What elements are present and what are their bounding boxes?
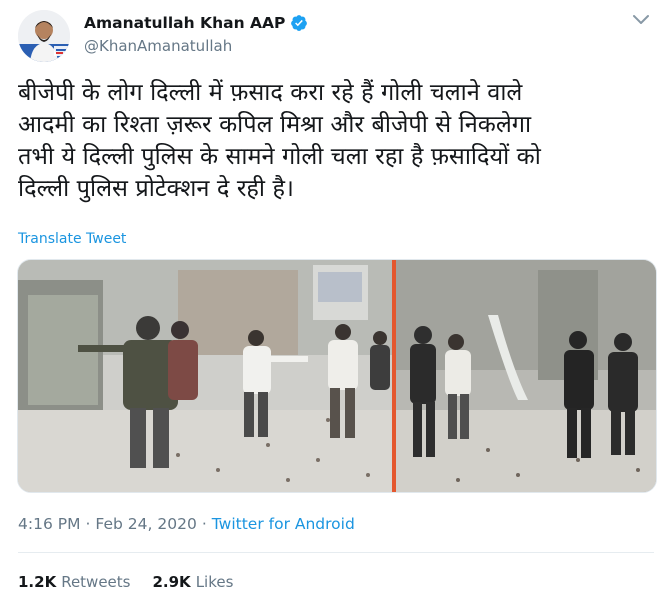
- meta-separator: ·: [201, 515, 207, 533]
- profile-photo-icon: [18, 10, 70, 62]
- retweets-label: Retweets: [61, 573, 131, 591]
- tweet-media-image[interactable]: [17, 259, 657, 493]
- author-name-row[interactable]: Amanatullah Khan AAP: [84, 14, 308, 32]
- tweet-source-link[interactable]: Twitter for Android: [212, 515, 355, 533]
- retweets-count: 1.2K: [18, 573, 57, 591]
- meta-separator: ·: [85, 515, 91, 533]
- author-handle[interactable]: @KhanAmanatullah: [84, 37, 232, 55]
- likes-stat[interactable]: 2.9K Likes: [152, 573, 233, 591]
- retweets-stat[interactable]: 1.2K Retweets: [18, 573, 130, 591]
- verified-badge-icon: [291, 15, 308, 31]
- tweet-text-line: दिल्ली पुलिस प्रोटेक्शन दे रही है।: [18, 174, 294, 202]
- tweet-time[interactable]: 4:16 PM: [18, 515, 80, 533]
- street-photo: [18, 260, 656, 492]
- tweet-text-line: बीजेपी के लोग दिल्ली में फ़साद करा रहे ह…: [18, 78, 523, 106]
- likes-count: 2.9K: [152, 573, 191, 591]
- author-display-name[interactable]: Amanatullah Khan AAP: [84, 14, 285, 32]
- tweet-date[interactable]: Feb 24, 2020: [95, 515, 196, 533]
- tweet-text: बीजेपी के लोग दिल्ली में फ़साद करा रहे ह…: [18, 76, 658, 204]
- tweet-meta: 4:16 PM · Feb 24, 2020 · Twitter for And…: [18, 515, 355, 533]
- tweet-text-line: आदमी का रिश्ता ज़रूर कपिल मिश्रा और बीजे…: [18, 110, 532, 138]
- likes-label: Likes: [195, 573, 234, 591]
- tweet-text-line: तभी ये दिल्ली पुलिस के सामने गोली चला रह…: [18, 142, 541, 170]
- divider: [18, 552, 654, 553]
- avatar[interactable]: [18, 10, 70, 62]
- chevron-down-icon[interactable]: [632, 14, 650, 26]
- tweet-card: Amanatullah Khan AAP @KhanAmanatullah बी…: [0, 0, 672, 611]
- translate-tweet-link[interactable]: Translate Tweet: [18, 231, 126, 247]
- tweet-stats: 1.2K Retweets 2.9K Likes: [18, 573, 255, 591]
